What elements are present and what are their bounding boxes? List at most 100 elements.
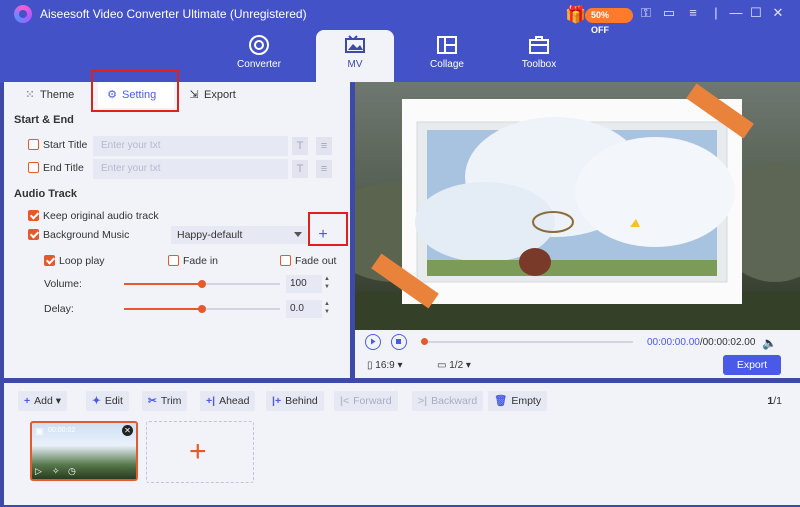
chevron-down-icon [294, 232, 302, 237]
start-title-checkbox[interactable]: Start Title [28, 137, 87, 153]
start-title-align-button[interactable]: ≡ [316, 137, 332, 155]
delay-slider[interactable] [124, 305, 280, 313]
edit-button[interactable]: ✦ Edit [86, 391, 129, 411]
page-value: 1/2 [449, 360, 464, 371]
delay-input[interactable]: 0.0 [286, 300, 322, 318]
close-icon[interactable]: ✕ [769, 4, 787, 22]
time-display: 00:00:00.00/00:00:02.00 [647, 337, 755, 348]
divider: | [714, 5, 718, 20]
tab-mv[interactable]: MV [316, 30, 394, 82]
empty-button[interactable]: 🗑 Empty [488, 391, 548, 411]
menu-icon[interactable]: ≡ [684, 4, 702, 22]
behind-icon: |+ [272, 395, 282, 407]
export-button[interactable]: Export [723, 355, 781, 375]
backward-button[interactable]: >| Backward [412, 391, 484, 411]
loop-play-label: Loop play [59, 255, 105, 267]
fade-out-check-box[interactable] [280, 255, 291, 266]
volume-stepper[interactable]: ▲ ▼ [322, 275, 332, 293]
backward-label: Backward [431, 395, 478, 407]
forward-button[interactable]: |< Forward [334, 391, 398, 411]
stop-button[interactable] [391, 334, 407, 350]
progress-bar[interactable] [421, 338, 633, 345]
loop-play-checkbox[interactable]: Loop play [44, 253, 105, 269]
empty-label: Empty [511, 395, 542, 407]
fade-in-label: Fade in [183, 255, 219, 267]
timeline-clip[interactable]: ▣ 00:00:02 ✕ ▷ ✧ ◷ [30, 421, 138, 481]
end-title-label: End Title [43, 162, 84, 174]
fade-out-checkbox[interactable]: Fade out [280, 253, 336, 269]
audio-track-heading: Audio Track [14, 188, 77, 200]
delay-knob[interactable] [198, 305, 206, 313]
tab-toolbox[interactable]: Toolbox [500, 30, 578, 82]
delay-stepper[interactable]: ▲ ▼ [322, 300, 332, 318]
toolbox-icon [529, 36, 549, 54]
aspect-value: 16:9 [375, 360, 395, 371]
keep-original-audio-checkbox[interactable]: Keep original audio track [28, 208, 159, 224]
ahead-label: Ahead [219, 395, 250, 407]
subtab-theme[interactable]: ⁙ Theme [24, 82, 74, 108]
end-title-checkbox[interactable]: End Title [28, 160, 84, 176]
maximize-icon[interactable]: ☐ [747, 4, 765, 22]
volume-knob[interactable] [198, 280, 206, 288]
tab-collage[interactable]: Collage [408, 30, 486, 82]
play-icon [371, 338, 376, 345]
app-title: Aiseesoft Video Converter Ultimate (Unre… [40, 7, 307, 21]
subtab-export[interactable]: ⇲ Export [188, 82, 235, 108]
start-title-font-button[interactable]: T [292, 137, 308, 155]
collage-icon [437, 36, 457, 54]
trim-button[interactable]: ✂ Trim [142, 391, 188, 411]
feedback-icon[interactable]: ▭ [660, 4, 678, 22]
backward-icon: >| [418, 395, 428, 407]
effect-icon[interactable]: ✧ [52, 466, 60, 477]
add-clip-placeholder[interactable]: + [146, 421, 254, 483]
add-music-highlight-box [308, 212, 348, 246]
start-title-input[interactable]: Enter your txt [93, 136, 288, 156]
page-select[interactable]: ▭ 1/2 ▾ [437, 360, 471, 371]
background-music-checkbox[interactable]: Background Music [28, 227, 129, 243]
background-music-select[interactable]: Happy-default [171, 226, 307, 244]
start-title-label: Start Title [43, 139, 88, 151]
preview-frame-image [355, 82, 800, 330]
key-icon[interactable]: ⚿ [637, 4, 655, 22]
fade-in-checkbox[interactable]: Fade in [168, 253, 218, 269]
end-title-input[interactable]: Enter your txt [93, 159, 288, 179]
end-title-check-box[interactable] [28, 162, 39, 173]
remove-clip-icon[interactable]: ✕ [122, 425, 133, 436]
promo-offer[interactable]: 🎁 50% OFF [565, 4, 633, 35]
tab-converter[interactable]: Converter [220, 30, 298, 82]
minimize-icon[interactable]: — [727, 4, 745, 22]
subtab-theme-label: Theme [40, 89, 75, 101]
edit-icon: ✦ [92, 395, 101, 407]
background-music-check-box[interactable] [28, 229, 39, 240]
end-title-align-button[interactable]: ≡ [316, 160, 332, 178]
theme-icon: ⁙ [25, 89, 35, 101]
forward-icon: |< [340, 395, 350, 407]
add-button[interactable]: + Add ▾ [18, 391, 68, 411]
volume-label: Volume: [44, 278, 82, 290]
time-total: /00:00:02.00 [699, 337, 756, 348]
volume-icon[interactable]: 🔈 [762, 336, 777, 350]
start-end-heading: Start & End [14, 114, 74, 126]
ahead-button[interactable]: +| Ahead [200, 391, 256, 411]
loop-play-check-box[interactable] [44, 255, 55, 266]
play-clip-icon[interactable]: ▷ [35, 466, 42, 477]
play-button[interactable] [365, 334, 381, 350]
progress-knob[interactable] [421, 338, 428, 345]
clock-icon[interactable]: ◷ [68, 466, 76, 477]
fade-in-check-box[interactable] [168, 255, 179, 266]
volume-input[interactable]: 100 [286, 275, 322, 293]
volume-slider[interactable] [124, 280, 280, 288]
timeline-panel: + Add ▾ ✦ Edit ✂ Trim +| Ahead |+ Behind |< Fo… [4, 383, 800, 505]
ahead-icon: +| [206, 395, 216, 407]
tab-converter-label: Converter [237, 59, 281, 70]
add-clip-plus-icon: + [189, 435, 207, 468]
behind-button[interactable]: |+ Behind [266, 391, 324, 411]
behind-label: Behind [285, 395, 318, 407]
forward-label: Forward [353, 395, 392, 407]
keep-original-check-box[interactable] [28, 210, 39, 221]
start-title-check-box[interactable] [28, 139, 39, 150]
end-title-font-button[interactable]: T [292, 160, 308, 178]
edit-label: Edit [104, 395, 123, 407]
delay-label: Delay: [44, 303, 74, 315]
aspect-ratio-select[interactable]: ▯ 16:9 ▾ [367, 360, 403, 371]
